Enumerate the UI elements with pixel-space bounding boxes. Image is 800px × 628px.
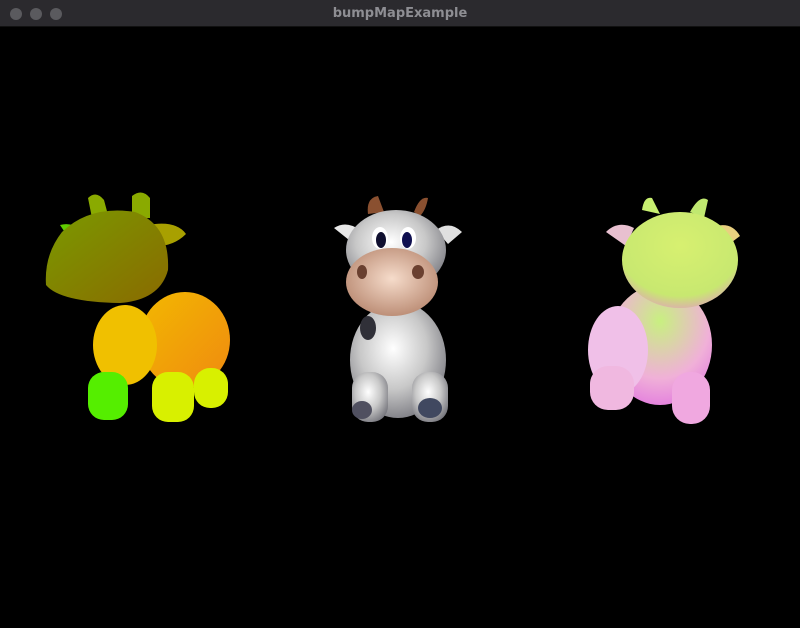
render-viewport[interactable]: [0, 27, 800, 628]
uv-shaded-cow: [45, 192, 230, 422]
window-title: bumpMapExample: [332, 6, 468, 21]
textured-cow: [334, 196, 462, 422]
title-bar: bumpMapExample: [0, 0, 800, 27]
app-window: bumpMapExample: [0, 0, 800, 628]
scene-canvas: [45, 192, 740, 424]
normal-shaded-cow: [588, 197, 740, 424]
